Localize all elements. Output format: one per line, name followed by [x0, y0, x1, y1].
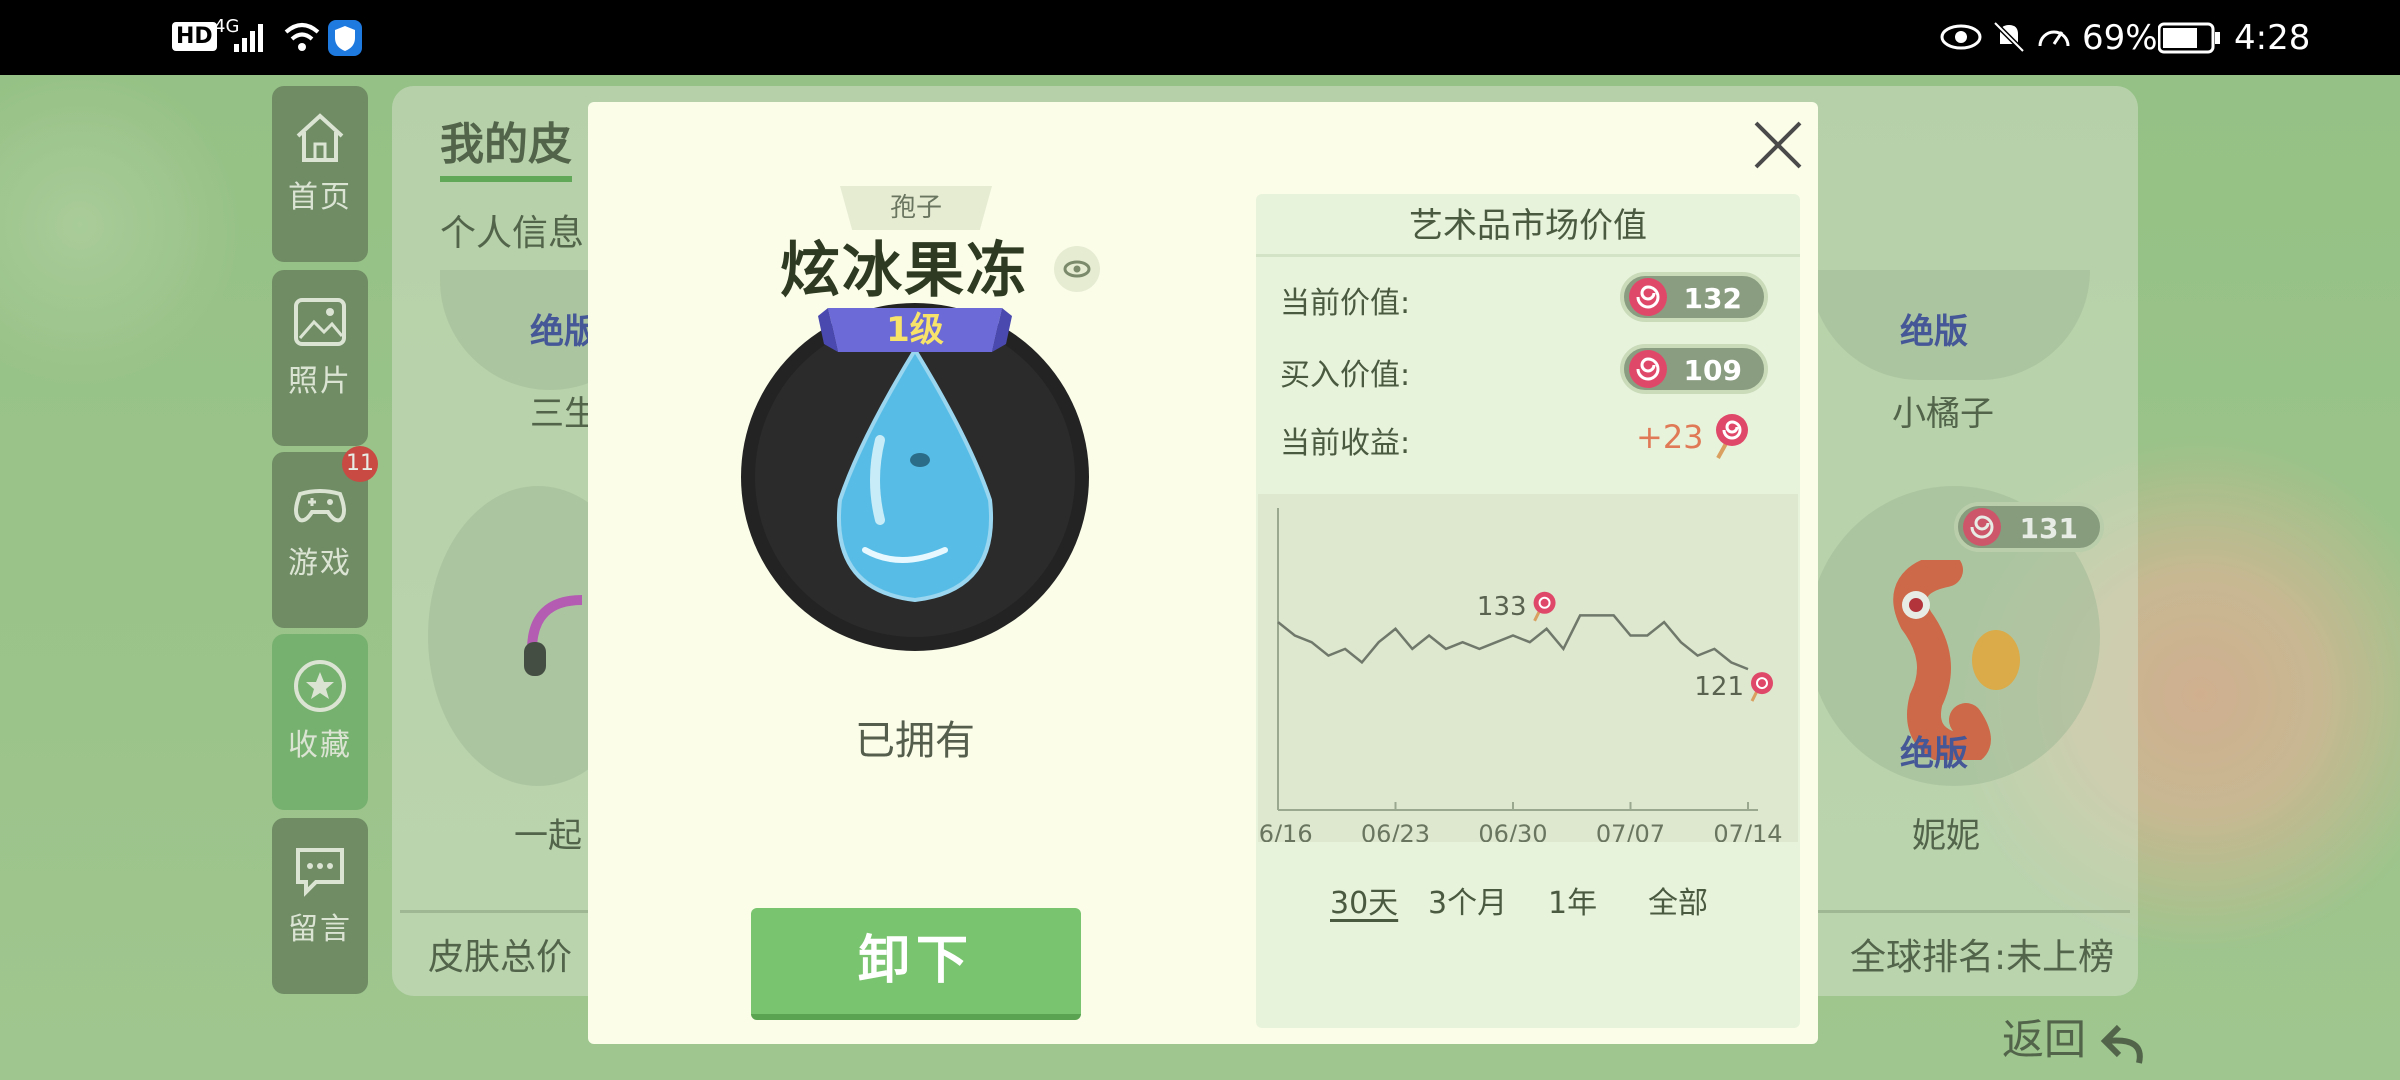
status-bar: HD 4G 69% 4:28: [0, 0, 2400, 75]
x-tick-label: 06/30: [1478, 820, 1547, 842]
x-tick-label: 06/23: [1361, 820, 1430, 842]
current-value: 132: [1683, 282, 1742, 315]
mute-bell-icon: [1993, 21, 2025, 53]
signal-icon: [234, 24, 263, 52]
buy-value: 109: [1683, 354, 1742, 387]
buy-value-pill: 109: [1620, 344, 1768, 394]
current-gain-label: 当前收益:: [1280, 426, 1411, 461]
tab-all[interactable]: 全部: [1648, 878, 1708, 922]
clock: 4:28: [2234, 18, 2311, 58]
preview-eye-icon[interactable]: [1054, 246, 1100, 292]
tab-30-days[interactable]: 30天: [1330, 878, 1398, 922]
market-value-title: 艺术品市场价值: [1256, 194, 1800, 257]
lollipop-candy: [1751, 672, 1773, 695]
wifi-icon: [284, 23, 320, 51]
eye-comfort-icon: [1940, 24, 1982, 50]
level-label: 1级: [886, 310, 944, 350]
battery-percent: 69%: [2082, 18, 2158, 58]
close-icon[interactable]: [1748, 115, 1808, 175]
speed-gauge-icon: [2038, 30, 2070, 47]
unload-button[interactable]: 卸下: [751, 908, 1081, 1020]
lollipop-candy: [1533, 591, 1556, 614]
annotation-label: 121: [1694, 672, 1744, 702]
x-tick-label: 07/07: [1596, 820, 1665, 842]
current-value-pill: 132: [1620, 272, 1768, 322]
lollipop-icon: [1716, 414, 1748, 459]
tab-3-months[interactable]: 3个月: [1428, 878, 1507, 922]
price-line: [1277, 614, 1749, 671]
hd-icon: HD: [172, 22, 217, 51]
battery-icon: [2158, 22, 2220, 54]
x-tick-label: 07/14: [1713, 820, 1782, 842]
chart-svg: 06/16 06/23 06/30 07/07 07/14 133 121: [1243, 508, 1783, 848]
x-tick-label: 06/16: [1258, 820, 1313, 842]
current-value-label: 当前价值:: [1280, 286, 1411, 321]
lollipop-icon: [1629, 278, 1667, 316]
current-gain-value: +23: [1636, 418, 1704, 456]
shield-app-icon: [328, 20, 362, 56]
lollipop-icon: [1629, 350, 1667, 388]
lollipop-icon: [1750, 672, 1773, 702]
owned-status: 已拥有: [855, 718, 975, 764]
annotation-label: 133: [1477, 592, 1527, 622]
buy-value-label: 买入价值:: [1280, 358, 1411, 393]
price-history-chart: 06/16 06/23 06/30 07/07 07/14 133 121: [1243, 494, 1798, 848]
current-gain: +23: [1636, 418, 1704, 456]
lollipop-icon: [1533, 591, 1556, 622]
tab-1-year[interactable]: 1年: [1548, 878, 1597, 922]
